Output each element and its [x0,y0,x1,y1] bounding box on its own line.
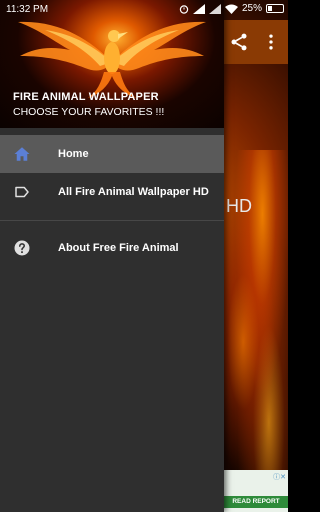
status-time: 11:32 PM [6,4,49,15]
ad-choices-icon[interactable]: ⓘ✕ [273,472,286,482]
ad-banner[interactable]: ⓘ✕ READ REPORT [224,470,288,512]
status-icons: 25% [179,3,284,14]
ad-read-report-button[interactable]: READ REPORT [224,496,288,508]
signal-icon-2 [208,3,221,14]
battery-percentage: 25% [241,3,262,14]
drawer-menu: Home All Fire Animal Wallpaper HD About … [0,135,224,267]
drawer-divider [0,220,224,221]
help-icon [14,240,30,256]
drawer-item-label: All Fire Animal Wallpaper HD [58,186,209,198]
drawer-item-label: About Free Fire Animal [58,242,179,254]
battery-icon [266,4,284,13]
wifi-icon [224,4,238,14]
drawer-item-label: Home [58,148,89,160]
navigation-drawer: FIRE ANIMAL WALLPAPER CHOOSE YOUR FAVORI… [0,0,224,512]
label-tag-icon [15,186,29,198]
alarm-icon [179,4,189,14]
drawer-header-subtitle: CHOOSE YOUR FAVORITES !!! [13,106,165,118]
status-bar: 11:32 PM 25% [0,0,288,20]
more-options-icon[interactable] [261,32,281,52]
drawer-item-all-fire-animal-wallpaper[interactable]: All Fire Animal Wallpaper HD [0,173,224,211]
drawer-item-about[interactable]: About Free Fire Animal [0,229,224,267]
drawer-item-home[interactable]: Home [0,135,224,173]
drawer-header-title: FIRE ANIMAL WALLPAPER [13,91,159,103]
signal-icon [192,3,205,14]
share-icon[interactable] [229,32,249,52]
home-icon [14,147,30,161]
